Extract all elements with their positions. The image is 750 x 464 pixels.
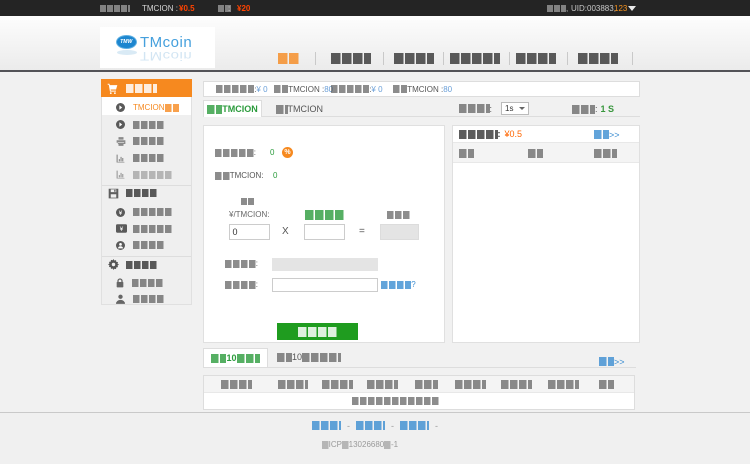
svg-text:¥: ¥ [120,226,124,233]
svg-text:¥: ¥ [119,209,123,216]
